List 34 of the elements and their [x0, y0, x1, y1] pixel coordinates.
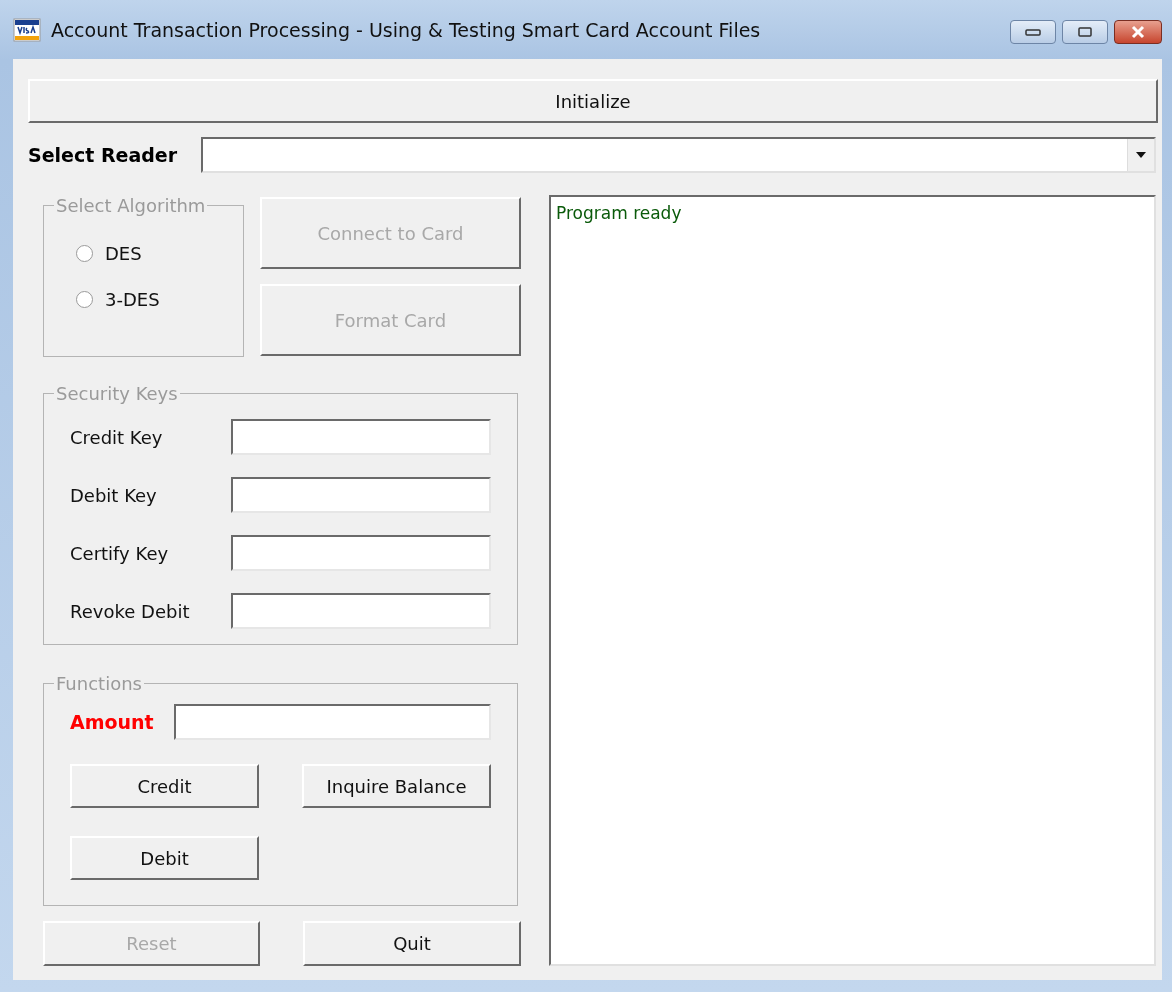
key-label: Revoke Debit [70, 600, 190, 622]
group-title: Security Keys [55, 383, 179, 404]
quit-button[interactable]: Quit [303, 921, 521, 966]
maximize-button[interactable] [1062, 20, 1108, 44]
debit-button[interactable]: Debit [70, 836, 259, 880]
close-button[interactable] [1114, 20, 1162, 44]
key-label: Debit Key [70, 484, 157, 506]
radio-label: 3-DES [105, 288, 160, 310]
key-label: Credit Key [70, 426, 163, 448]
group-title: Select Algorithm [55, 195, 207, 216]
key-input-field[interactable] [231, 535, 491, 571]
dropdown-arrow-icon [1135, 151, 1147, 159]
inquire-balance-button[interactable]: Inquire Balance [302, 764, 491, 808]
window-title: Account Transaction Processing - Using & Testing Smart Card Account Files [51, 18, 762, 41]
key-input-field[interactable] [231, 593, 491, 629]
amount-label: Amount [70, 711, 154, 733]
credit-button[interactable]: Credit [70, 764, 259, 808]
reader-dropdown[interactable] [201, 137, 1156, 173]
close-icon [1130, 25, 1146, 39]
key-input-field[interactable] [231, 419, 491, 455]
minimize-button[interactable] [1010, 20, 1056, 44]
radio-button[interactable] [76, 290, 93, 308]
log-message: Program ready [556, 203, 683, 223]
initialize-button[interactable]: Initialize [28, 79, 1158, 123]
maximize-icon [1077, 26, 1093, 38]
radio-button[interactable] [76, 244, 93, 262]
key-input-field[interactable] [231, 477, 491, 513]
group-title: Functions [55, 673, 143, 694]
amount-input-field[interactable] [174, 704, 491, 740]
card-icon [13, 17, 41, 42]
minimize-icon [1025, 28, 1041, 36]
select-reader-label: Select Reader [28, 144, 178, 166]
key-label: Certify Key [70, 542, 169, 564]
radio-label: DES [105, 242, 142, 264]
